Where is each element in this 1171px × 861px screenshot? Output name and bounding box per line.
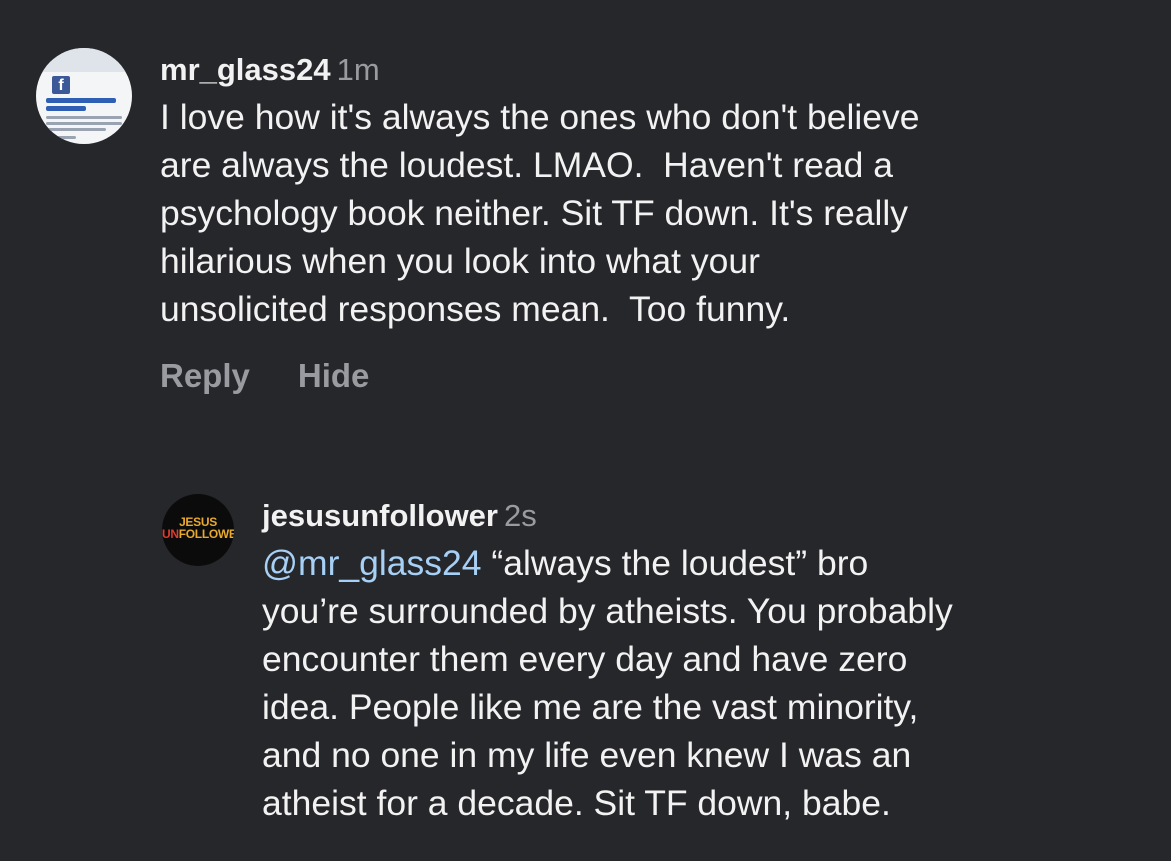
jesus-unfollower-logo-icon: JESUS UNFOLLOWER (162, 515, 234, 541)
hide-button[interactable]: Hide (298, 357, 370, 394)
comment-body: “always the loudest” bro you’re surround… (262, 543, 953, 823)
avatar[interactable]: f (36, 48, 132, 144)
reply-button[interactable]: Reply (160, 357, 250, 394)
timestamp: 1m (336, 52, 380, 87)
timestamp: 2s (503, 498, 537, 533)
facebook-post-screenshot-icon: f (36, 48, 132, 144)
username[interactable]: mr_glass24 (160, 52, 331, 87)
username[interactable]: jesusunfollower (262, 498, 498, 533)
avatar[interactable]: JESUS UNFOLLOWER (162, 494, 234, 566)
comment-text: I love how it's always the ones who don'… (160, 97, 920, 329)
mention-link[interactable]: @mr_glass24 (262, 543, 482, 583)
comment-text: @mr_glass24 “always the loudest” bro you… (262, 539, 1152, 827)
